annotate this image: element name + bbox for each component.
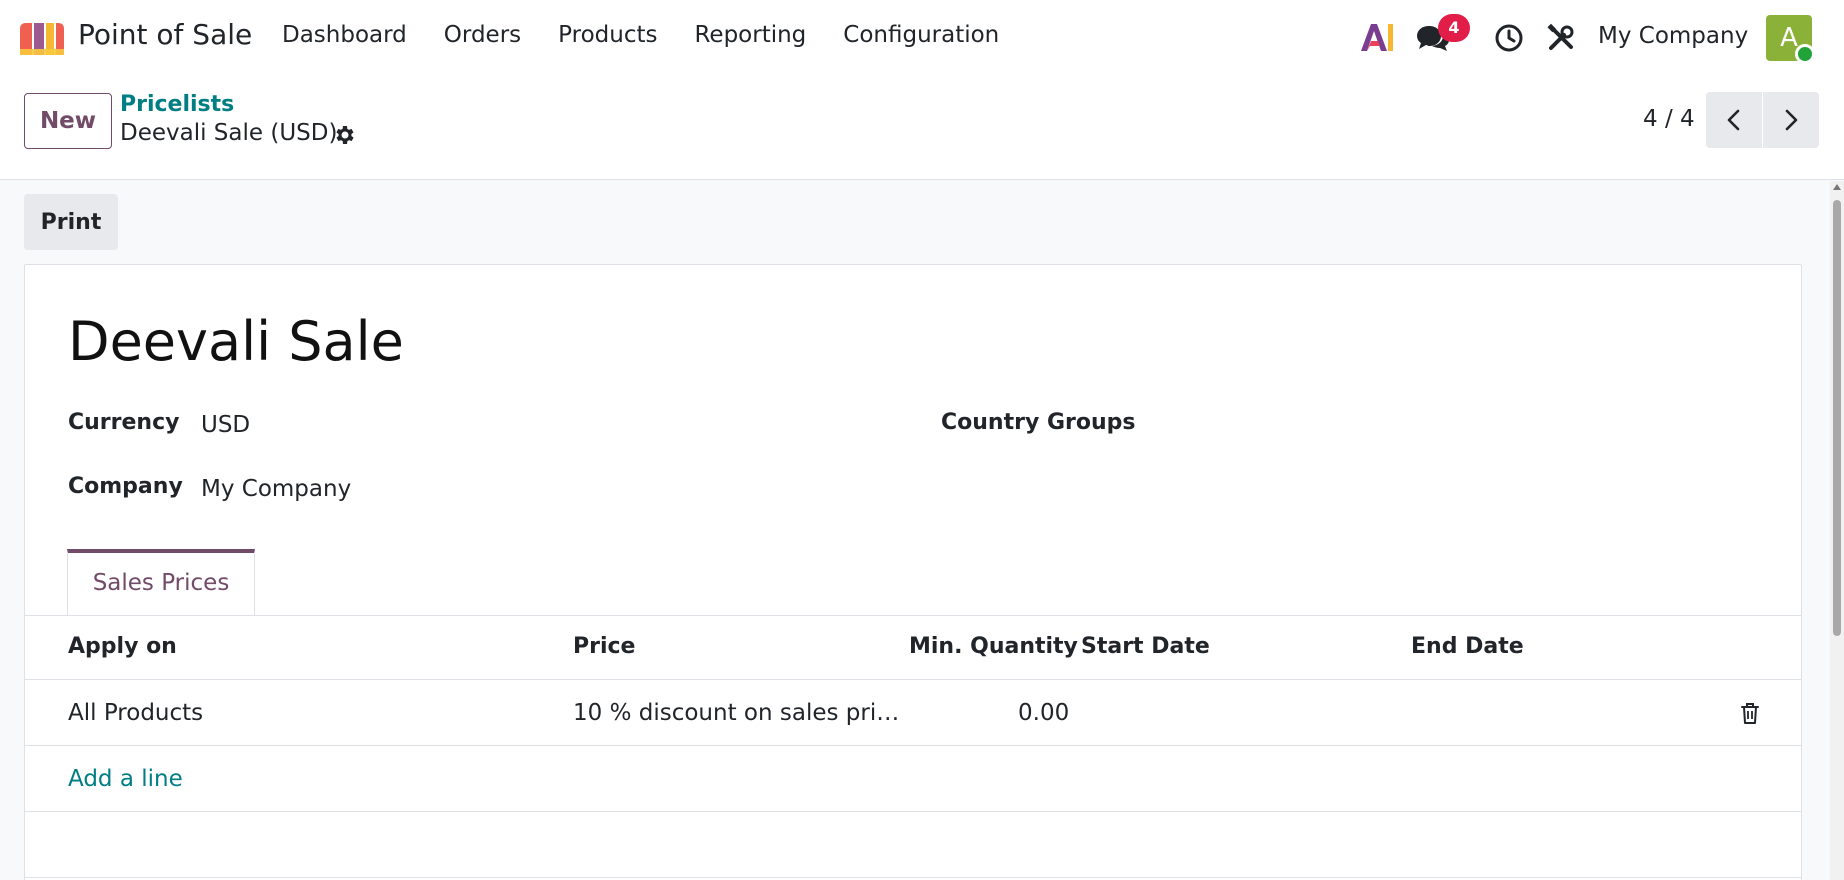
top-navbar: Point of Sale Dashboard Orders Products … xyxy=(0,0,1844,76)
pager-previous-button[interactable] xyxy=(1706,92,1762,148)
message-count-badge: 4 xyxy=(1438,14,1470,42)
company-field[interactable]: My Company xyxy=(201,476,351,502)
breadcrumb-pricelists[interactable]: Pricelists xyxy=(120,92,234,117)
column-apply-on[interactable]: Apply on xyxy=(68,634,177,659)
tools-icon[interactable] xyxy=(1546,23,1576,53)
menu-orders[interactable]: Orders xyxy=(444,22,521,48)
company-switcher[interactable]: My Company xyxy=(1598,23,1748,49)
cell-price[interactable]: 10 % discount on sales pri… xyxy=(573,700,899,726)
chevron-right-icon xyxy=(1785,109,1798,131)
app-name[interactable]: Point of Sale xyxy=(78,18,252,51)
table-header: Apply on Price Min. Quantity Start Date … xyxy=(25,616,1801,680)
trash-icon[interactable] xyxy=(1739,701,1761,725)
currency-label: Currency xyxy=(68,410,180,435)
add-line-link[interactable]: Add a line xyxy=(68,766,183,792)
column-end-date[interactable]: End Date xyxy=(1411,634,1524,659)
menu-reporting[interactable]: Reporting xyxy=(694,22,806,48)
print-button[interactable]: Print xyxy=(24,194,118,250)
ai-icon[interactable] xyxy=(1358,20,1394,54)
cell-min-quantity[interactable]: 0.00 xyxy=(1018,700,1069,726)
new-button[interactable]: New xyxy=(24,93,112,149)
menu-products[interactable]: Products xyxy=(558,22,657,48)
gear-icon[interactable] xyxy=(333,123,357,147)
cell-apply-on[interactable]: All Products xyxy=(68,700,203,726)
pager-value[interactable]: 4 / 4 xyxy=(1643,106,1695,132)
main-menu: Dashboard Orders Products Reporting Conf… xyxy=(282,22,1036,48)
scrollbar-thumb[interactable] xyxy=(1833,200,1841,636)
column-min-quantity[interactable]: Min. Quantity xyxy=(909,634,1078,659)
table-row[interactable]: All Products 10 % discount on sales pri…… xyxy=(25,680,1801,746)
control-panel: New Pricelists Deevali Sale (USD) 4 / 4 xyxy=(0,76,1844,180)
breadcrumb-current-record: Deevali Sale (USD) xyxy=(120,120,338,146)
clock-icon[interactable] xyxy=(1494,23,1524,53)
column-price[interactable]: Price xyxy=(573,634,635,659)
company-label: Company xyxy=(68,474,183,499)
country-groups-label: Country Groups xyxy=(941,410,1136,435)
column-start-date[interactable]: Start Date xyxy=(1081,634,1210,659)
pos-app-icon[interactable] xyxy=(18,21,66,55)
add-line-row: Add a line xyxy=(25,746,1801,812)
online-status-indicator xyxy=(1795,44,1815,64)
chevron-left-icon xyxy=(1727,109,1740,131)
empty-table-row xyxy=(25,812,1801,878)
currency-field[interactable]: USD xyxy=(201,412,250,438)
pricelist-name[interactable]: Deevali Sale xyxy=(68,310,404,373)
menu-dashboard[interactable]: Dashboard xyxy=(282,22,407,48)
menu-configuration[interactable]: Configuration xyxy=(843,22,999,48)
pager-next-button[interactable] xyxy=(1763,92,1819,148)
form-sheet: Deevali Sale Currency USD Country Groups… xyxy=(24,264,1802,880)
tab-sales-prices[interactable]: Sales Prices xyxy=(67,549,255,615)
scrollbar-up-arrow[interactable] xyxy=(1833,184,1841,190)
